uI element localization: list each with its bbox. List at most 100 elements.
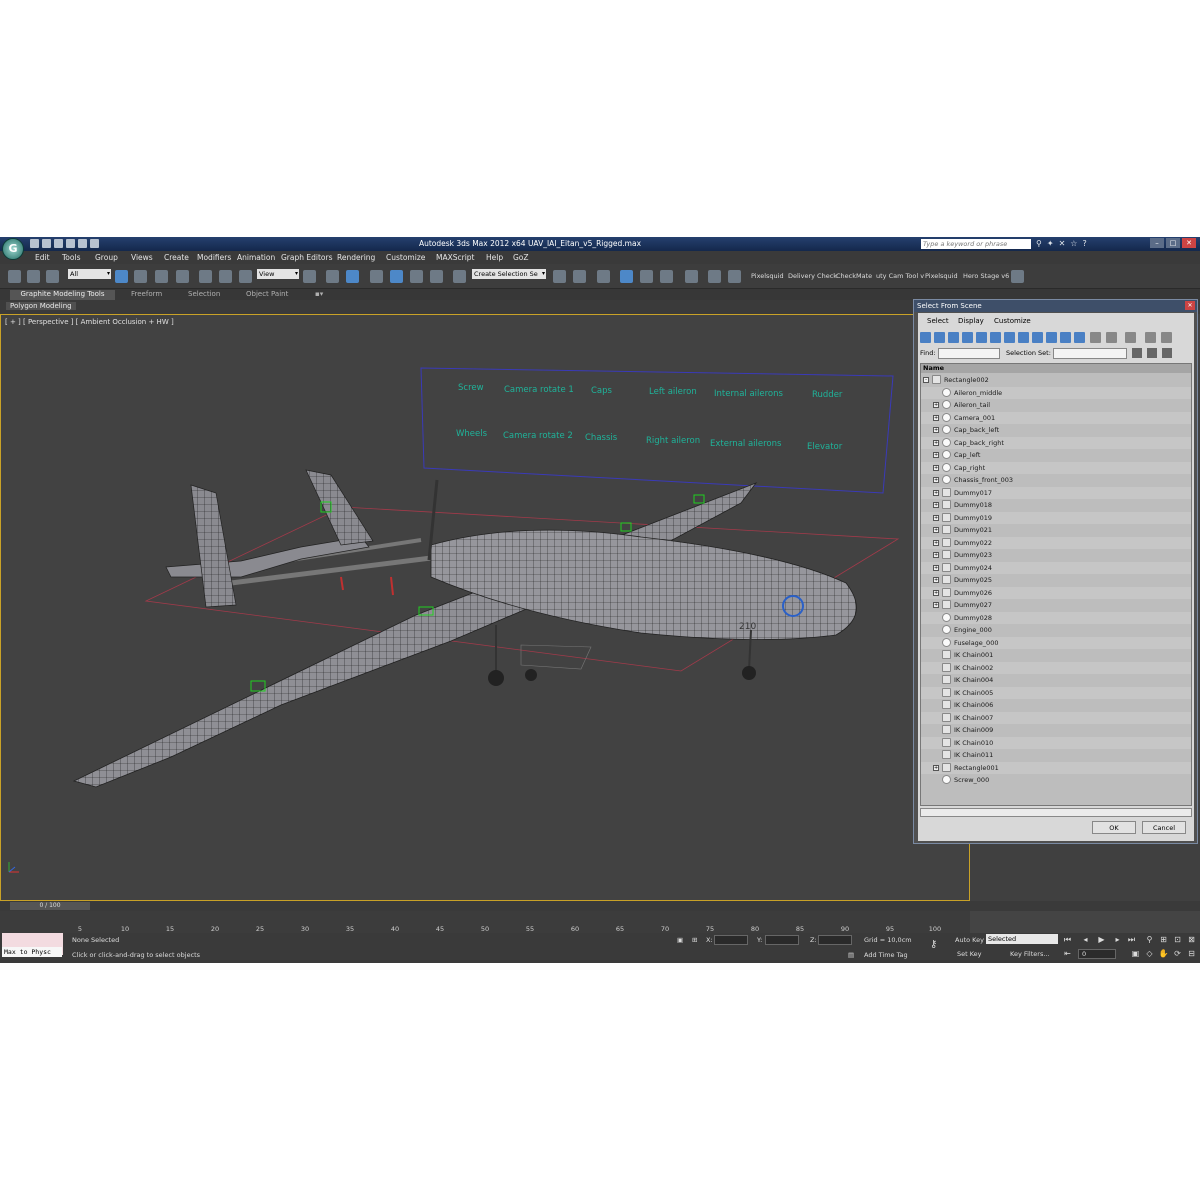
list-item[interactable]: IK Chain011 xyxy=(921,749,1191,762)
minimize-icon[interactable]: – xyxy=(1150,238,1164,248)
filter-geometry-icon[interactable] xyxy=(920,332,931,343)
plugin-cam-tool[interactable]: uty Cam Tool v xyxy=(876,272,924,280)
ok-button[interactable]: OK xyxy=(1092,821,1136,834)
control-label-wheels[interactable]: Wheels xyxy=(456,429,487,439)
lock-icon[interactable]: ▣ xyxy=(677,936,683,944)
orbit-icon[interactable]: ⟳ xyxy=(1172,949,1183,959)
save-file-icon[interactable] xyxy=(54,239,63,248)
snap-toggle-icon[interactable] xyxy=(370,270,383,283)
zoom-icon[interactable]: ⚲ xyxy=(1144,935,1155,945)
expand-icon[interactable]: + xyxy=(933,477,939,483)
expand-icon[interactable]: + xyxy=(933,502,939,508)
favorites-icon[interactable]: ☆ xyxy=(1070,239,1077,248)
find-input[interactable] xyxy=(938,348,1000,359)
binoculars-icon[interactable]: ⚲ xyxy=(1036,239,1042,248)
menu-edit[interactable]: Edit xyxy=(35,253,50,262)
dialog-menu-customize[interactable]: Customize xyxy=(994,317,1031,325)
zoom-extents-all-icon[interactable]: ⊠ xyxy=(1186,935,1197,945)
help-icon[interactable]: ? xyxy=(1082,239,1086,248)
select-and-link-icon[interactable] xyxy=(8,270,21,283)
expand-icon[interactable]: + xyxy=(933,514,939,521)
dialog-close-icon[interactable]: ✕ xyxy=(1185,301,1195,310)
render-icon[interactable] xyxy=(728,270,741,283)
edit-named-selections-icon[interactable] xyxy=(453,270,466,283)
zoom-extents-icon[interactable]: ⊡ xyxy=(1172,935,1183,945)
menu-create[interactable]: Create xyxy=(164,253,189,262)
selection-filter-dropdown[interactable]: All xyxy=(68,269,111,279)
filter-helpers-icon[interactable] xyxy=(976,332,987,343)
selection-set-dropdown[interactable] xyxy=(1053,348,1127,359)
undo-icon[interactable] xyxy=(66,239,75,248)
select-object-icon[interactable] xyxy=(115,270,128,283)
sync-selection-icon[interactable] xyxy=(1090,332,1101,343)
list-item[interactable]: + Cap_right xyxy=(921,461,1191,474)
filter-lights-icon[interactable] xyxy=(948,332,959,343)
menu-animation[interactable]: Animation xyxy=(237,253,275,262)
go-to-end-icon[interactable]: ⏭ xyxy=(1126,935,1137,945)
list-item[interactable]: + Camera_001 xyxy=(921,411,1191,424)
menu-tools[interactable]: Tools xyxy=(62,253,80,262)
schematic-view-icon[interactable] xyxy=(660,270,673,283)
remove-selection-set-icon[interactable] xyxy=(1162,348,1172,358)
layer-manager-icon[interactable] xyxy=(597,270,610,283)
control-label-camera-rotate-1[interactable]: Camera rotate 1 xyxy=(504,385,574,395)
list-item[interactable]: + Dummy017 xyxy=(921,486,1191,499)
spinner-snap-icon[interactable] xyxy=(430,270,443,283)
ribbon-options-icon[interactable]: ▪▾ xyxy=(315,290,323,298)
tab-object-paint[interactable]: Object Paint xyxy=(246,290,288,298)
menu-goz[interactable]: GoZ xyxy=(513,253,529,262)
list-item[interactable]: Dummy028 xyxy=(921,611,1191,624)
rotate-icon[interactable] xyxy=(219,270,232,283)
collapse-icon[interactable]: - xyxy=(923,377,929,383)
name-column-header[interactable]: Name xyxy=(921,364,1191,373)
filter-shapes-icon[interactable] xyxy=(934,332,945,343)
list-item[interactable]: + Dummy018 xyxy=(921,499,1191,512)
list-item[interactable]: IK Chain009 xyxy=(921,724,1191,737)
list-item[interactable]: IK Chain005 xyxy=(921,686,1191,699)
list-item[interactable]: + Cap_back_left xyxy=(921,424,1191,437)
select-manipulate-icon[interactable] xyxy=(326,270,339,283)
filter-spacewarps-icon[interactable] xyxy=(990,332,1001,343)
plugin-hero-stage[interactable]: Hero Stage v6 xyxy=(963,272,1009,280)
list-item[interactable]: + Dummy021 xyxy=(921,524,1191,537)
angle-snap-icon[interactable] xyxy=(390,270,403,283)
list-item[interactable]: Fuselage_000 xyxy=(921,636,1191,649)
expand-icon[interactable]: + xyxy=(933,527,939,533)
curve-editor-icon[interactable] xyxy=(640,270,653,283)
next-frame-icon[interactable]: ▸ xyxy=(1112,935,1123,945)
time-tag-icon[interactable]: ▤ xyxy=(848,951,854,959)
add-selection-set-icon[interactable] xyxy=(1132,348,1142,358)
list-item[interactable]: + Dummy022 xyxy=(921,536,1191,549)
key-mode-dropdown[interactable]: Selected xyxy=(986,934,1058,944)
percent-snap-icon[interactable] xyxy=(410,270,423,283)
scene-object-list[interactable]: Name - Rectangle002 Aileron_middle + Aileron… xyxy=(920,363,1192,806)
control-label-chassis[interactable]: Chassis xyxy=(585,433,617,443)
key-mode-toggle-icon[interactable]: ⇤ xyxy=(1062,949,1073,959)
teapot-icon[interactable] xyxy=(1011,270,1024,283)
maximize-icon[interactable]: □ xyxy=(1166,238,1180,248)
render-setup-icon[interactable] xyxy=(708,270,721,283)
y-field[interactable] xyxy=(765,935,799,945)
options-icon[interactable] xyxy=(1125,332,1136,343)
scale-icon[interactable] xyxy=(239,270,252,283)
tab-freeform[interactable]: Freeform xyxy=(131,290,162,298)
menu-customize[interactable]: Customize xyxy=(386,253,425,262)
tab-selection[interactable]: Selection xyxy=(188,290,220,298)
ref-coord-dropdown[interactable]: View xyxy=(257,269,299,279)
list-item[interactable]: + Rectangle001 xyxy=(921,761,1191,774)
menu-group[interactable]: Group xyxy=(95,253,118,262)
edit-selection-set-icon[interactable] xyxy=(1147,348,1157,358)
select-by-name-icon[interactable] xyxy=(134,270,147,283)
play-icon[interactable]: ▶ xyxy=(1096,935,1107,945)
list-item[interactable]: + Chassis_front_003 xyxy=(921,474,1191,487)
expand-icon[interactable]: + xyxy=(933,602,939,608)
pivot-center-icon[interactable] xyxy=(303,270,316,283)
key-icon[interactable]: ⚷ xyxy=(930,939,937,950)
expand-icon[interactable]: + xyxy=(933,464,939,471)
filter-icon[interactable] xyxy=(1145,332,1156,343)
polygon-modeling-panel[interactable]: Polygon Modeling xyxy=(6,302,76,310)
field-of-view-icon[interactable]: ◇ xyxy=(1144,949,1155,959)
list-item[interactable]: IK Chain001 xyxy=(921,649,1191,662)
expand-icon[interactable]: + xyxy=(933,564,939,571)
select-all-icon[interactable] xyxy=(1046,332,1057,343)
